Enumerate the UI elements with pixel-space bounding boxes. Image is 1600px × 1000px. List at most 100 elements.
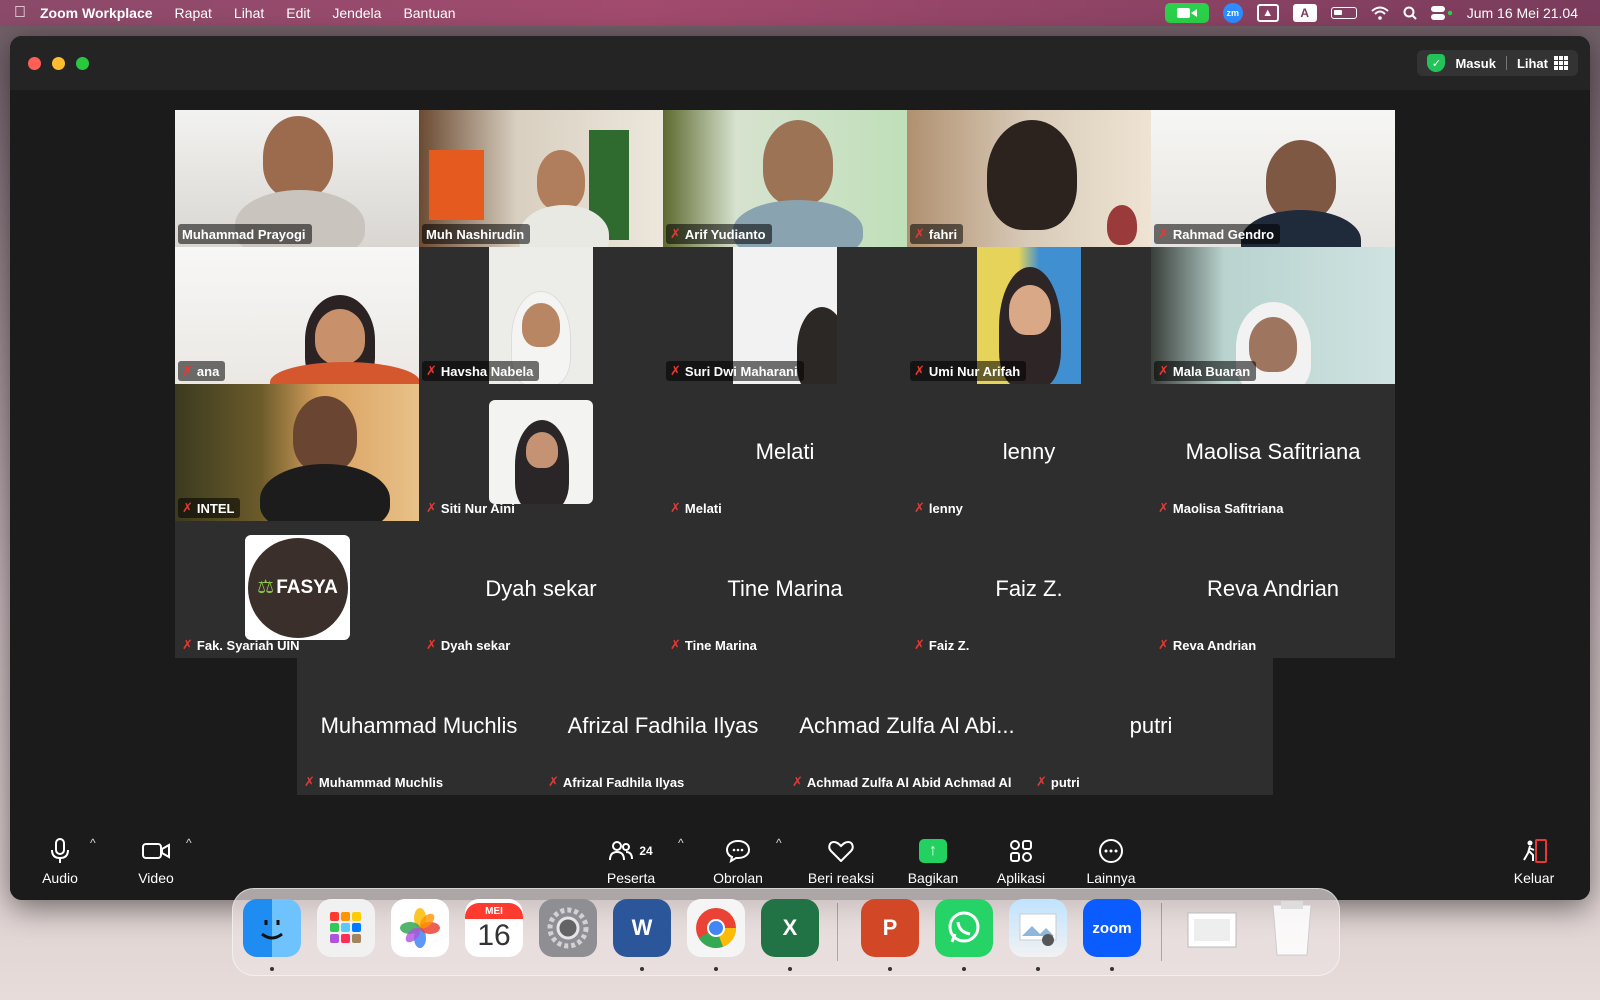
downloads-icon[interactable] <box>1183 899 1241 957</box>
chat-options-chevron-icon[interactable]: ^ <box>776 836 782 850</box>
audio-options-chevron-icon[interactable]: ^ <box>90 836 96 850</box>
powerpoint-letter: P <box>882 915 898 940</box>
participant-name-label: ✗ Havsha Nabela <box>422 361 540 381</box>
calendar-month: MEI <box>465 903 523 919</box>
preview-icon[interactable] <box>1009 899 1067 957</box>
share-screen-icon: ↑ <box>919 836 947 866</box>
muted-mic-icon: ✗ <box>1158 500 1169 515</box>
participant-tile[interactable]: ✗ Havsha Nabela <box>419 247 663 384</box>
word-icon[interactable]: W <box>613 899 671 957</box>
muted-mic-icon: ✗ <box>670 363 681 378</box>
whatsapp-icon[interactable] <box>935 899 993 957</box>
camera-in-use-icon[interactable] <box>1164 3 1209 23</box>
system-settings-icon[interactable] <box>539 899 597 957</box>
participant-name-label: ✗ Mala Buaran <box>1154 361 1257 381</box>
muted-mic-icon: ✗ <box>1158 226 1169 241</box>
participant-tile[interactable]: Muhammad Prayogi <box>175 110 419 247</box>
participant-tile[interactable]: putri ✗ putri <box>1029 658 1273 795</box>
apple-menu-icon[interactable]:  <box>0 4 40 22</box>
video-options-chevron-icon[interactable]: ^ <box>186 836 192 850</box>
muted-mic-icon: ✗ <box>548 774 559 789</box>
menu-rapat[interactable]: Rapat <box>175 5 212 21</box>
gallery-view: Muhammad Prayogi Muh Nashirudin ✗ Arif Yu… <box>10 90 1590 822</box>
trash-icon[interactable] <box>1263 899 1321 957</box>
fullscreen-window-button[interactable] <box>76 57 89 70</box>
participant-display-name: putri <box>1129 713 1173 738</box>
control-center-icon[interactable] <box>1430 3 1453 23</box>
divider <box>1505 56 1507 70</box>
audio-button[interactable]: Audio <box>32 822 88 900</box>
participants-label: Peserta <box>606 870 656 886</box>
launchpad-icon[interactable] <box>317 899 375 957</box>
participant-display-name: Tine Marina <box>727 576 843 601</box>
participant-display-name: Maolisa Safitriana <box>1185 439 1361 464</box>
spotlight-search-icon[interactable] <box>1403 3 1417 23</box>
screen-icon[interactable]: ▲ <box>1256 4 1279 22</box>
participant-tile[interactable]: ✗ Mala Buaran <box>1151 247 1395 384</box>
participant-name-label: ✗ Achmad Zulfa Al Abid Achmad Al <box>792 774 1012 790</box>
zoom-status-icon[interactable]: zm <box>1222 3 1243 23</box>
menu-bantuan[interactable]: Bantuan <box>403 5 455 21</box>
menu-jendela[interactable]: Jendela <box>332 5 381 21</box>
participant-tile[interactable]: Melati ✗ Melati <box>663 384 907 521</box>
participant-tile[interactable]: ✗ fahri <box>907 110 1151 247</box>
participant-name-label: ✗ Afrizal Fadhila Ilyas <box>548 774 685 790</box>
participant-tile[interactable]: Muhammad Muchlis ✗ Muhammad Muchlis <box>297 658 541 795</box>
leave-meeting-button[interactable]: Keluar <box>1504 822 1564 900</box>
video-button[interactable]: Video <box>128 822 184 900</box>
participant-tile[interactable]: Achmad Zulfa Al Abi... ✗ Achmad Zulfa Al … <box>785 658 1029 795</box>
participant-name-label: ✗ Umi Nur Arifah <box>910 361 1027 381</box>
participant-name-label: ✗ ana <box>178 361 226 381</box>
excel-icon[interactable]: X <box>761 899 819 957</box>
calendar-day: 16 <box>477 919 511 952</box>
participant-tile[interactable]: ✗ Arif Yudianto <box>663 110 907 247</box>
wifi-icon[interactable] <box>1371 3 1389 23</box>
powerpoint-icon[interactable]: P <box>861 899 919 957</box>
participant-name-label: ✗ Rahmad Gendro <box>1154 224 1281 244</box>
muted-mic-icon: ✗ <box>914 500 925 515</box>
title-controls: ✓ Masuk Lihat <box>1417 50 1578 76</box>
input-source-icon[interactable]: A <box>1292 4 1317 22</box>
battery-icon[interactable] <box>1330 3 1357 23</box>
participant-tile[interactable]: Dyah sekar ✗ Dyah sekar <box>419 521 663 658</box>
menu-bar:  Zoom Workplace Rapat Lihat Edit Jendel… <box>0 0 1600 26</box>
chrome-icon[interactable] <box>687 899 745 957</box>
finder-icon[interactable] <box>243 899 301 957</box>
photos-icon[interactable] <box>391 899 449 957</box>
menu-lihat[interactable]: Lihat <box>234 5 264 21</box>
signin-button[interactable]: Masuk <box>1455 56 1495 71</box>
chat-icon <box>725 836 751 866</box>
participants-icon: 24 <box>609 836 653 866</box>
participant-tile[interactable]: ✗ INTEL <box>175 384 419 521</box>
participant-name-label: ✗ Arif Yudianto <box>666 224 772 244</box>
participant-tile[interactable]: ✗ Rahmad Gendro <box>1151 110 1395 247</box>
participant-tile[interactable]: Maolisa Safitriana ✗ Maolisa Safitriana <box>1151 384 1395 521</box>
participant-tile[interactable]: Tine Marina ✗ Tine Marina <box>663 521 907 658</box>
leave-icon <box>1520 836 1548 866</box>
participant-tile[interactable]: lenny ✗ lenny <box>907 384 1151 521</box>
view-button[interactable]: Lihat <box>1517 56 1568 71</box>
participant-name-label: ✗ Dyah sekar <box>426 637 511 653</box>
participant-display-name: Achmad Zulfa Al Abi... <box>799 713 1015 738</box>
menu-edit[interactable]: Edit <box>286 5 310 21</box>
participant-name-label: Muh Nashirudin <box>422 224 531 244</box>
minimize-window-button[interactable] <box>52 57 65 70</box>
participants-options-chevron-icon[interactable]: ^ <box>678 836 684 850</box>
share-label: Bagikan <box>907 870 959 886</box>
participant-tile[interactable]: Faiz Z. ✗ Faiz Z. <box>907 521 1151 658</box>
participant-tile[interactable]: Reva Andrian ✗ Reva Andrian <box>1151 521 1395 658</box>
participant-tile[interactable]: ⚖ FASYA ✗ Fak. Syariah UIN <box>175 521 419 658</box>
calendar-icon[interactable]: MEI 16 <box>465 899 523 957</box>
participant-tile[interactable]: Afrizal Fadhila Ilyas ✗ Afrizal Fadhila I… <box>541 658 785 795</box>
participant-name-label: ✗ fahri <box>910 224 964 244</box>
menu-bar-clock[interactable]: Jum 16 Mei 21.04 <box>1467 5 1578 21</box>
participant-tile[interactable]: ✗ Suri Dwi Maharani <box>663 247 907 384</box>
participant-tile[interactable]: ✗ Siti Nur Aini <box>419 384 663 521</box>
app-menu[interactable]: Zoom Workplace <box>40 5 153 21</box>
participant-tile[interactable]: ✗ ana <box>175 247 419 384</box>
participant-tile[interactable]: Muh Nashirudin <box>419 110 663 247</box>
participant-tile[interactable]: ✗ Umi Nur Arifah <box>907 247 1151 384</box>
zoom-icon[interactable]: zoom <box>1083 899 1141 957</box>
security-shield-icon[interactable]: ✓ <box>1427 54 1446 72</box>
close-window-button[interactable] <box>28 57 41 70</box>
